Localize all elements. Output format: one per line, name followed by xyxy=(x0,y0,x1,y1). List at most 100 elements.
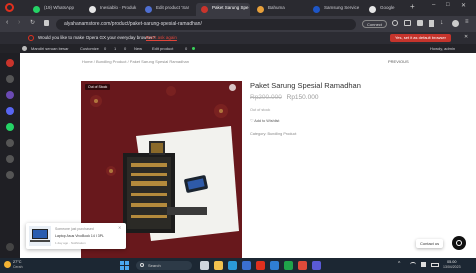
previous-link[interactable]: PREVIOUS xyxy=(388,59,409,64)
back-icon[interactable]: ‹ xyxy=(6,19,8,26)
whatsapp-icon[interactable] xyxy=(6,123,14,131)
mail-icon[interactable] xyxy=(270,261,279,270)
search-icon xyxy=(140,263,144,267)
tab-bar: (19) WhatsApp Inesiablo · Produk Edit pr… xyxy=(0,0,476,16)
out-of-stock-badge: Out of Stock xyxy=(85,84,111,90)
admin-bar-item[interactable]: New xyxy=(134,46,142,51)
battery-icon[interactable] xyxy=(431,263,439,267)
discord-icon[interactable] xyxy=(6,107,14,115)
tab-bahuma[interactable]: Bahuma xyxy=(252,3,306,16)
notification-line3: 1 day ago · Notification xyxy=(55,241,86,245)
location-icon xyxy=(313,6,320,13)
start-icon xyxy=(125,266,129,270)
search-icon[interactable] xyxy=(392,20,398,26)
close-icon[interactable]: ✕ xyxy=(118,225,121,230)
new-tab-button[interactable]: + xyxy=(410,2,415,11)
tab-edit-product[interactable]: Edit product 'Sar xyxy=(140,3,194,16)
player-icon[interactable] xyxy=(6,139,14,147)
maximize-button[interactable]: □ xyxy=(446,2,450,8)
close-button[interactable]: ✕ xyxy=(461,2,466,9)
weather-icon[interactable] xyxy=(4,261,11,268)
gx-corner-icon[interactable] xyxy=(6,75,14,83)
lock-icon xyxy=(44,20,49,26)
zoom-icon[interactable] xyxy=(229,84,236,91)
howdy-admin[interactable]: Howdy, admin xyxy=(430,46,455,51)
tab-whatsapp[interactable]: (19) WhatsApp xyxy=(28,3,82,16)
bookmark-icon[interactable] xyxy=(429,20,434,27)
whatsapp-icon xyxy=(33,6,40,13)
admin-bar-item[interactable]: 0 xyxy=(185,46,187,51)
start-icon xyxy=(125,261,129,265)
download-icon[interactable]: ↓ xyxy=(440,19,444,26)
breadcrumb[interactable]: Home / Bundling Product / Paket Sarung S… xyxy=(82,59,189,64)
wifi-icon[interactable] xyxy=(410,262,416,267)
more-icon[interactable] xyxy=(6,243,14,251)
menu-icon[interactable]: ≡ xyxy=(465,19,469,25)
site-icon xyxy=(257,6,264,13)
admin-bar-item[interactable]: 1 xyxy=(114,46,116,51)
admin-bar-item[interactable]: 0 xyxy=(124,46,126,51)
admin-bar-item[interactable]: Customize xyxy=(80,46,99,51)
reload-icon[interactable]: ↻ xyxy=(30,19,35,26)
sale-price: Rp150.000 xyxy=(286,94,319,101)
chat-bubble-icon xyxy=(456,240,462,246)
browser-sidebar xyxy=(0,53,20,258)
connect-badge[interactable]: Connect xyxy=(362,20,387,28)
forward-icon[interactable]: › xyxy=(18,19,20,26)
minimize-button[interactable]: – xyxy=(432,2,435,8)
tray-chevron-icon[interactable]: ^ xyxy=(398,261,400,267)
status-dot-icon xyxy=(192,47,195,50)
store-icon[interactable] xyxy=(242,261,251,270)
app-icon[interactable] xyxy=(284,261,293,270)
extensions-icon[interactable] xyxy=(417,20,423,26)
opera-gx-icon[interactable] xyxy=(256,261,265,270)
admin-bar-item[interactable]: 0 xyxy=(104,46,106,51)
product-price: Rp200.000 Rp150.000 xyxy=(250,94,318,101)
purchase-notification[interactable]: Someone just purchased Laptop Asus VivoB… xyxy=(26,223,126,249)
store-icon xyxy=(201,6,208,13)
task-view-icon[interactable] xyxy=(200,261,209,270)
app-icon[interactable] xyxy=(312,261,321,270)
twitch-icon[interactable] xyxy=(6,91,14,99)
clock-time[interactable]: 05.00 xyxy=(447,260,457,264)
address-bar: ‹ › ↻ alyahanamstore.com/product/paket-s… xyxy=(0,16,476,32)
wp-admin-bar: Mandiri seruan besar Customize 0 1 0 New… xyxy=(0,44,476,53)
laptop-thumbnail xyxy=(29,226,51,246)
tab-google[interactable]: Google xyxy=(364,3,406,16)
taskbar-search[interactable]: Search xyxy=(136,261,192,270)
start-button[interactable] xyxy=(120,261,129,270)
clock-date[interactable]: 13/04/2023 xyxy=(443,265,461,269)
volume-icon[interactable] xyxy=(421,262,426,267)
tab-samsung[interactable]: Samsung Service xyxy=(308,3,362,16)
notification-line2: Laptop Asus VivoBook 14 I 3PL xyxy=(55,234,104,238)
contact-us-button[interactable]: Contact us xyxy=(416,239,444,248)
tab-inesiablo[interactable]: Inesiablo · Produk xyxy=(84,3,138,16)
admin-bar-item[interactable]: Edit product xyxy=(152,46,173,51)
wordpress-icon xyxy=(145,6,152,13)
app-icon[interactable] xyxy=(298,261,307,270)
url-field[interactable]: alyahanamstore.com/product/paket-sarung-… xyxy=(56,19,356,30)
history-icon[interactable] xyxy=(6,155,14,163)
add-to-wishlist[interactable]: ♡ Add to Wishlist xyxy=(250,118,279,123)
product-category[interactable]: Category: Bundling Product xyxy=(250,132,296,136)
weather-desc: Cerah xyxy=(13,265,23,269)
file-explorer-icon[interactable] xyxy=(214,261,223,270)
prompt-question: Would you like to make Opera GX your eve… xyxy=(38,35,156,40)
home-icon[interactable] xyxy=(6,59,14,67)
product-page: Home / Bundling Product / Paket Sarung S… xyxy=(20,53,476,258)
product-title: Paket Sarung Spesial Ramadhan xyxy=(250,81,361,90)
set-default-button[interactable]: Yes, set it as default browser xyxy=(390,34,451,42)
camera-icon[interactable] xyxy=(404,20,411,26)
chat-icon[interactable] xyxy=(452,236,466,250)
settings-icon[interactable] xyxy=(6,171,14,179)
profile-icon[interactable] xyxy=(452,20,459,27)
opera-logo-icon[interactable] xyxy=(5,3,14,12)
old-price: Rp200.000 xyxy=(250,94,282,101)
admin-bar-item[interactable]: Mandiri seruan besar xyxy=(31,46,69,51)
tab-paket-sarung[interactable]: Paket Sarung Spe xyxy=(196,3,250,16)
wordpress-icon[interactable] xyxy=(22,46,27,51)
edge-icon[interactable] xyxy=(228,261,237,270)
start-icon xyxy=(120,266,124,270)
close-icon[interactable]: ✕ xyxy=(464,34,468,40)
dont-ask-link[interactable]: Don't ask again xyxy=(146,35,177,40)
